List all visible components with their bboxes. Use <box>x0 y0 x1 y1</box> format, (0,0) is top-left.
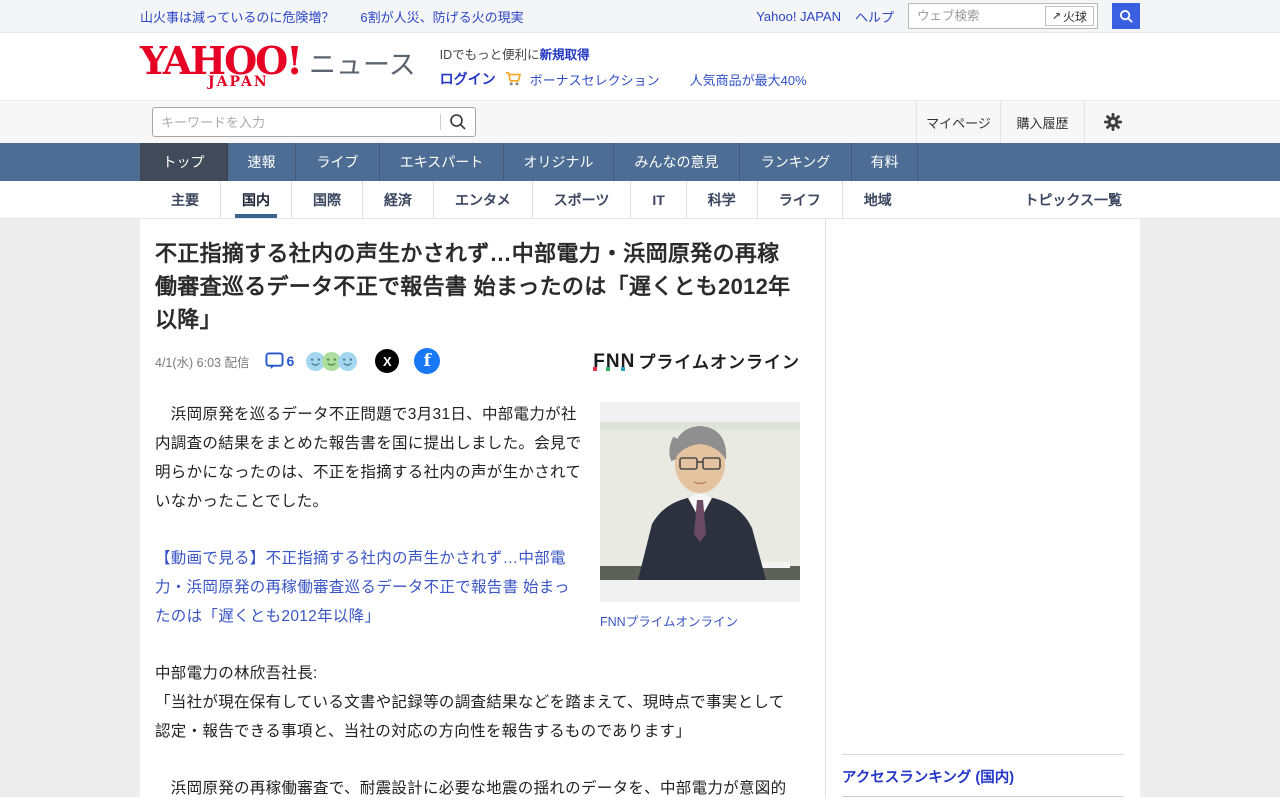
facebook-icon: f <box>423 351 431 371</box>
news-search-row: マイページ 購入履歴 <box>0 100 1280 143</box>
comment-button[interactable]: 6 <box>265 352 295 370</box>
login-link[interactable]: ログイン <box>440 69 496 89</box>
category-main[interactable]: 主要 <box>150 181 221 218</box>
keyword-search-box <box>152 107 476 137</box>
yahoo-logo: YAHOO! JAPAN <box>140 38 303 90</box>
web-search-button[interactable] <box>1112 3 1140 29</box>
purchase-history-button[interactable]: 購入履歴 <box>1000 101 1084 143</box>
reaction-emoji-blue-2 <box>338 351 358 371</box>
cart-icon <box>504 71 522 87</box>
category-sports[interactable]: スポーツ <box>533 181 632 218</box>
tab-expert[interactable]: エキスパート <box>380 143 504 181</box>
mypage-button[interactable]: マイページ <box>916 101 1000 143</box>
article: 不正指摘する社内の声生かされず…中部電力・浜岡原発の再稼働審査巡るデータ不正で報… <box>140 219 826 797</box>
topbar-headline-link-2[interactable]: 6割が人災、防げる火の現実 <box>360 7 523 26</box>
search-icon <box>1119 9 1134 24</box>
topbar: 山火事は減っているのに危険増？ 6割が人災、防げる火の現実 Yahoo! JAP… <box>0 0 1280 33</box>
trend-arrow-icon: ↗ <box>1051 10 1061 23</box>
x-icon: X <box>382 353 392 369</box>
category-subnav: 主要 国内 国際 経済 エンタメ スポーツ IT 科学 ライフ 地域 トピックス… <box>0 181 1280 219</box>
main-nav-tabs: トップ 速報 ライブ エキスパート オリジナル みんなの意見 ランキング 有料 <box>0 143 1280 181</box>
settings-button[interactable] <box>1084 101 1140 143</box>
bonus-selection-link[interactable]: ボーナスセレクション <box>530 70 660 89</box>
image-caption-link[interactable]: FNNプライムオンライン <box>600 611 800 630</box>
help-link[interactable]: ヘルプ <box>855 7 894 26</box>
access-ranking-title: アクセスランキング (国内) <box>842 770 1015 786</box>
category-entertainment[interactable]: エンタメ <box>434 181 533 218</box>
keyword-search-input[interactable] <box>161 114 432 130</box>
category-international[interactable]: 国際 <box>292 181 363 218</box>
press-conference-photo[interactable] <box>600 402 800 602</box>
sidebar: アクセスランキング (国内) <box>826 219 1140 797</box>
main-area: 不正指摘する社内の声生かされず…中部電力・浜岡原発の再稼働審査巡るデータ不正で報… <box>0 219 1280 797</box>
paragraph-background: 浜岡原発の再稼働審査で、耐震設計に必要な地震の揺れのデータを、中部電力が意図的に… <box>170 780 787 797</box>
trending-keyword-chip[interactable]: ↗ 火球 <box>1044 6 1094 26</box>
trend-keyword-label: 火球 <box>1062 9 1087 24</box>
publish-datetime: 4/1(水) 6:03 配信 <box>155 355 250 370</box>
access-ranking-header: アクセスランキング (国内) <box>842 754 1124 797</box>
tab-original[interactable]: オリジナル <box>504 143 614 181</box>
tab-paid[interactable]: 有料 <box>852 143 918 181</box>
topbar-headlines: 山火事は減っているのに危険増？ 6割が人災、防げる火の現実 <box>140 7 524 26</box>
sale-promo-link[interactable]: 人気商品が最大40% <box>690 70 807 89</box>
sidebar-ad-space <box>842 219 1124 754</box>
news-service-label: ニュース <box>308 50 416 80</box>
web-search-box: ↗ 火球 <box>908 3 1098 29</box>
category-it[interactable]: IT <box>631 181 687 218</box>
fnn-prime-online-logo[interactable]: F N N プライムオンライン <box>593 352 800 371</box>
tab-live[interactable]: ライブ <box>296 143 380 181</box>
site-header: YAHOO! JAPAN ニュース IDでもっと便利に新規取得 ログイン ボーナ… <box>0 33 1280 100</box>
x-share-button[interactable]: X <box>375 349 400 373</box>
category-domestic[interactable]: 国内 <box>221 181 292 218</box>
tab-flash[interactable]: 速報 <box>228 143 296 181</box>
article-title: 不正指摘する社内の声生かされず…中部電力・浜岡原発の再稼働審査巡るデータ不正で報… <box>155 241 791 332</box>
category-life[interactable]: ライフ <box>758 181 843 218</box>
comment-count: 6 <box>286 353 295 369</box>
comment-bubble-icon <box>265 352 284 370</box>
yahoo-japan-link[interactable]: Yahoo! JAPAN <box>756 9 841 24</box>
category-region[interactable]: 地域 <box>843 181 913 218</box>
web-search-input[interactable] <box>917 9 1045 23</box>
topics-list-link[interactable]: トピックス一覧 <box>1024 190 1122 210</box>
register-link[interactable]: 新規取得 <box>540 48 590 62</box>
gear-icon <box>1103 112 1123 132</box>
input-divider <box>440 114 441 130</box>
id-benefit-text: IDでもっと便利に <box>439 48 540 62</box>
tab-ranking[interactable]: ランキング <box>740 143 852 181</box>
yahoo-news-logo[interactable]: YAHOO! JAPAN ニュース <box>140 38 416 90</box>
reaction-emojis[interactable] <box>305 351 358 372</box>
tab-top[interactable]: トップ <box>140 143 228 181</box>
speaker-name: 中部電力の林欣吾社長: <box>155 665 318 682</box>
article-figure: FNNプライムオンライン <box>600 402 800 630</box>
speaker-quote: 「当社が現在保有している文書や記録等の調査結果などを踏まえて、現時点で事実として… <box>155 694 785 740</box>
category-economy[interactable]: 経済 <box>363 181 434 218</box>
topbar-headline-link-1[interactable]: 山火事は減っているのに危険増？ <box>140 7 334 26</box>
article-body: FNNプライムオンライン 浜岡原発を巡るデータ不正問題で3月31日、中部電力が社… <box>155 400 800 800</box>
tab-opinions[interactable]: みんなの意見 <box>614 143 740 181</box>
facebook-share-button[interactable]: f <box>414 348 441 374</box>
magnifier-icon[interactable] <box>449 113 467 131</box>
category-science[interactable]: 科学 <box>687 181 758 218</box>
paragraph-quote: 中部電力の林欣吾社長: 「当社が現在保有している文書や記録等の調査結果などを踏ま… <box>155 659 800 746</box>
byline-row: 4/1(水) 6:03 配信 6 X f F N N プライムオンライン <box>155 348 800 374</box>
